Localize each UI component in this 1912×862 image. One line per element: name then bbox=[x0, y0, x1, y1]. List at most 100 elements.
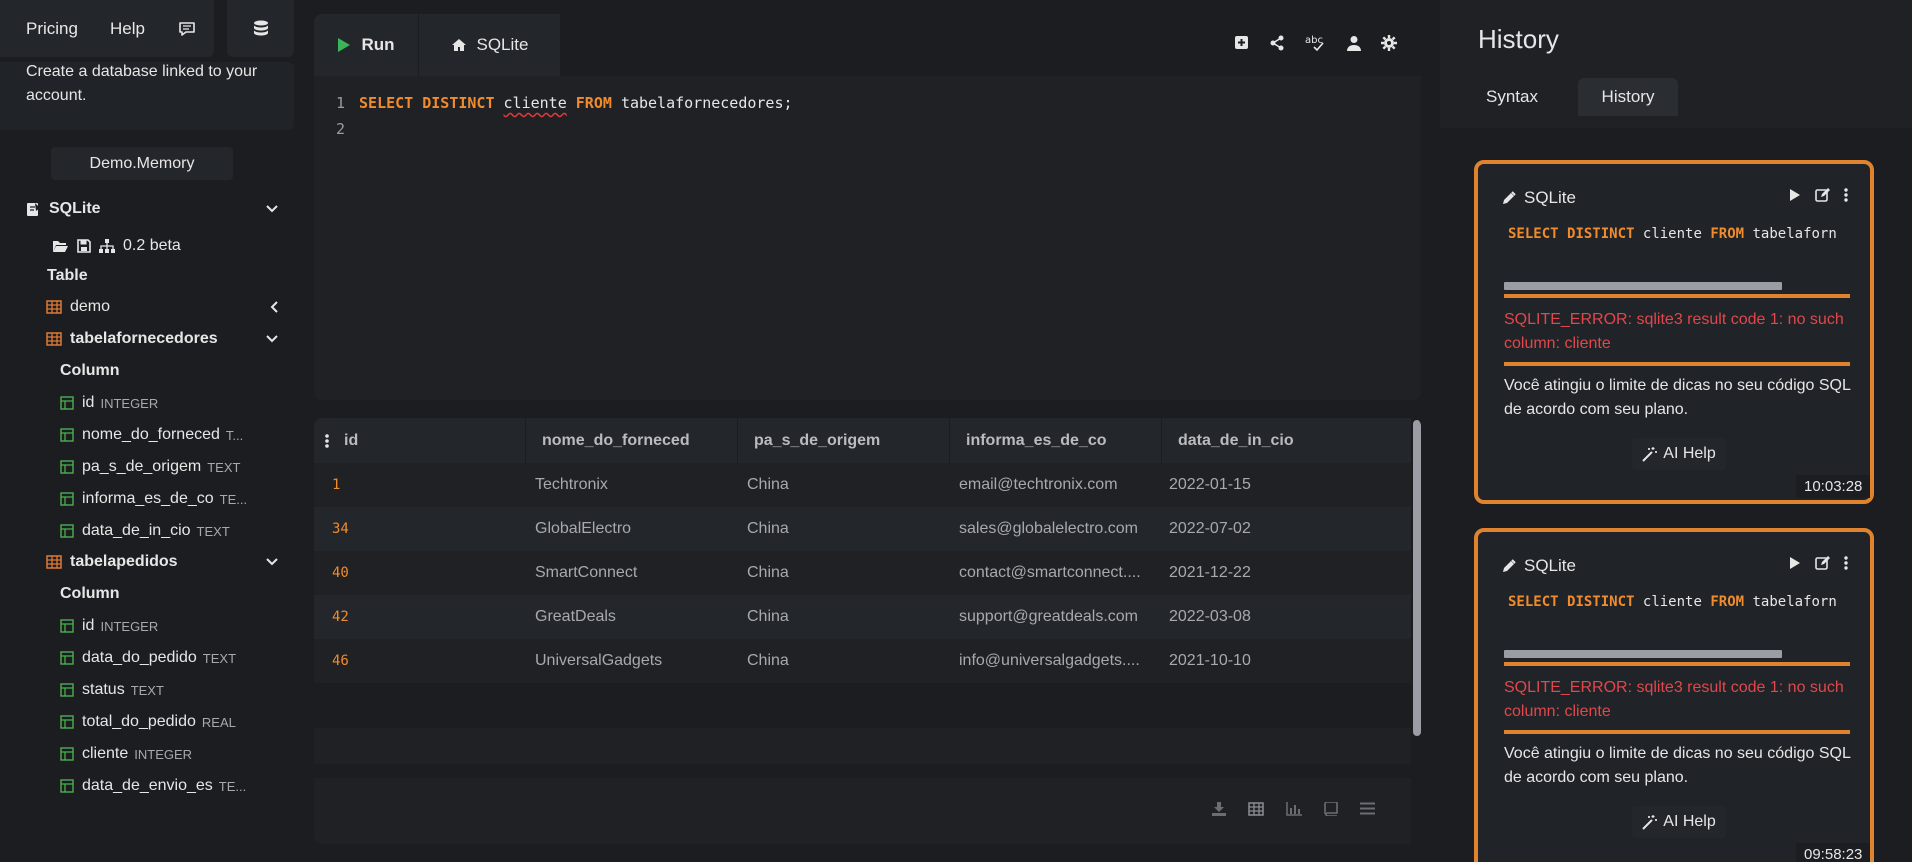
demo-memory-button[interactable]: Demo.Memory bbox=[51, 147, 233, 180]
tab-syntax[interactable]: Syntax bbox=[1462, 78, 1562, 116]
table-icon bbox=[46, 332, 62, 346]
bar-chart-icon[interactable] bbox=[1286, 801, 1302, 821]
cell: SmartConnect bbox=[535, 564, 638, 581]
tab-history[interactable]: History bbox=[1578, 78, 1678, 116]
column-name: nome_do_forneced bbox=[82, 426, 220, 443]
chevron-down-icon[interactable] bbox=[266, 195, 278, 223]
column-item[interactable]: nome_do_forneced T... bbox=[0, 421, 294, 449]
column-item[interactable]: data_de_envio_es TE... bbox=[0, 772, 294, 800]
save-icon[interactable] bbox=[77, 239, 91, 253]
column-item[interactable]: total_do_pedido REAL bbox=[0, 708, 294, 736]
column-icon bbox=[60, 492, 74, 506]
cell: 2022-03-08 bbox=[1169, 608, 1251, 625]
ai-help-button[interactable]: AI Help bbox=[1632, 438, 1726, 470]
database-button[interactable] bbox=[227, 0, 294, 57]
table-view-icon[interactable] bbox=[1248, 801, 1264, 821]
pencil-icon bbox=[1503, 191, 1516, 204]
chevron-left-icon[interactable] bbox=[270, 293, 278, 321]
cell: email@techtronix.com bbox=[959, 476, 1118, 493]
history-timestamp: 10:03:28 bbox=[1796, 475, 1871, 498]
table-row[interactable]: 42 GreatDeals China support@greatdeals.c… bbox=[314, 595, 1411, 639]
results-empty-band bbox=[314, 728, 1411, 764]
code-line: 2 bbox=[336, 116, 1421, 142]
history-entry-tools bbox=[1789, 188, 1848, 207]
magic-wand-icon bbox=[1642, 814, 1658, 830]
history-sql[interactable]: SELECT DISTINCT cliente FROM tabelaforn bbox=[1508, 226, 1848, 242]
column-icon bbox=[60, 460, 74, 474]
cell: Techtronix bbox=[535, 476, 608, 493]
cell: 2021-12-22 bbox=[1169, 564, 1251, 581]
ai-help-button[interactable]: AI Help bbox=[1632, 806, 1726, 838]
column-type: TE... bbox=[219, 491, 248, 507]
share-icon[interactable] bbox=[1269, 35, 1285, 56]
history-engine: SQLite bbox=[1524, 188, 1576, 207]
column-section-header: Column bbox=[60, 362, 120, 379]
column-icon bbox=[60, 619, 74, 633]
cell: 40 bbox=[332, 565, 349, 581]
column-header[interactable]: pa_s_de_origem bbox=[738, 418, 950, 463]
column-item[interactable]: status TEXT bbox=[0, 676, 294, 704]
download-icon[interactable] bbox=[1212, 801, 1226, 821]
column-item[interactable]: data_de_in_cio TEXT bbox=[0, 517, 294, 545]
play-icon[interactable] bbox=[1789, 556, 1801, 575]
column-header[interactable]: informa_es_de_co bbox=[950, 418, 1162, 463]
pricing-link[interactable]: Pricing bbox=[26, 19, 78, 39]
table-item-tabelapedidos[interactable]: tabelapedidos bbox=[0, 548, 294, 576]
gear-icon[interactable] bbox=[1381, 34, 1397, 56]
table-row[interactable]: 1 Techtronix China email@techtronix.com … bbox=[314, 463, 1411, 507]
cell: 46 bbox=[332, 653, 349, 669]
column-header[interactable]: nome_do_forneced bbox=[526, 418, 738, 463]
help-link[interactable]: Help bbox=[110, 19, 145, 39]
tab-sqlite[interactable]: SQLite bbox=[418, 14, 560, 76]
cell: China bbox=[747, 476, 789, 493]
play-icon[interactable] bbox=[1789, 188, 1801, 207]
table-item-demo[interactable]: demo bbox=[0, 293, 294, 321]
table-row[interactable]: 34 GlobalElectro China sales@globalelect… bbox=[314, 507, 1411, 551]
column-item[interactable]: pa_s_de_origem TEXT bbox=[0, 453, 294, 481]
column-item[interactable]: id INTEGER bbox=[0, 389, 294, 417]
column-header[interactable]: data_de_in_cio bbox=[1162, 418, 1411, 463]
column-item[interactable]: informa_es_de_co TE... bbox=[0, 485, 294, 513]
chevron-down-icon[interactable] bbox=[266, 325, 278, 353]
user-icon[interactable] bbox=[1347, 35, 1361, 56]
kebab-menu-icon[interactable] bbox=[1844, 556, 1848, 575]
table-row[interactable]: 40 SmartConnect China contact@smartconne… bbox=[314, 551, 1411, 595]
history-sql[interactable]: SELECT DISTINCT cliente FROM tabelaforn bbox=[1508, 594, 1848, 610]
folder-open-icon[interactable] bbox=[52, 239, 69, 253]
table-row[interactable]: 46 UniversalGadgets China info@universal… bbox=[314, 639, 1411, 683]
column-name: data_de_in_cio bbox=[82, 522, 191, 539]
sql-keyword: DISTINCT bbox=[1567, 594, 1635, 610]
book-icon[interactable] bbox=[1324, 800, 1338, 821]
results-scrollbar[interactable] bbox=[1413, 420, 1421, 736]
column-item[interactable]: id INTEGER bbox=[0, 612, 294, 640]
edit-icon[interactable] bbox=[1815, 188, 1830, 207]
plus-square-icon[interactable] bbox=[1234, 35, 1249, 55]
table-item-tabelafornecedores[interactable]: tabelafornecedores bbox=[0, 325, 294, 353]
home-icon bbox=[451, 39, 466, 51]
column-icon bbox=[60, 683, 74, 697]
pencil-icon bbox=[1503, 559, 1516, 572]
chevron-down-icon[interactable] bbox=[266, 548, 278, 576]
column-icon bbox=[60, 779, 74, 793]
column-name: status bbox=[82, 681, 125, 698]
db-header[interactable]: SQLite bbox=[0, 195, 294, 223]
menu-icon[interactable] bbox=[1360, 802, 1375, 820]
column-icon bbox=[60, 524, 74, 538]
history-entry: SQLite SELECT DISTINCT cliente FROM tabe… bbox=[1474, 160, 1874, 504]
history-entry-header: SQLite bbox=[1502, 188, 1576, 208]
run-button[interactable]: Run bbox=[314, 14, 418, 76]
sql-identifier: cliente bbox=[1642, 226, 1702, 242]
sitemap-icon[interactable] bbox=[99, 239, 115, 253]
kebab-menu-icon[interactable] bbox=[1844, 188, 1848, 207]
column-item[interactable]: cliente INTEGER bbox=[0, 740, 294, 768]
column-header-id[interactable]: id bbox=[314, 418, 526, 463]
column-section-header: Column bbox=[60, 585, 120, 602]
column-item[interactable]: data_do_pedido TEXT bbox=[0, 644, 294, 672]
editor-tools: abc bbox=[1234, 14, 1397, 76]
spellcheck-icon[interactable]: abc bbox=[1305, 34, 1327, 57]
kebab-menu-icon[interactable] bbox=[324, 433, 330, 448]
divider bbox=[1504, 730, 1850, 734]
edit-icon[interactable] bbox=[1815, 556, 1830, 575]
chat-bubble-icon[interactable] bbox=[177, 19, 197, 39]
code-area[interactable]: 1 SELECT DISTINCT cliente FROM tabelafor… bbox=[314, 76, 1421, 400]
